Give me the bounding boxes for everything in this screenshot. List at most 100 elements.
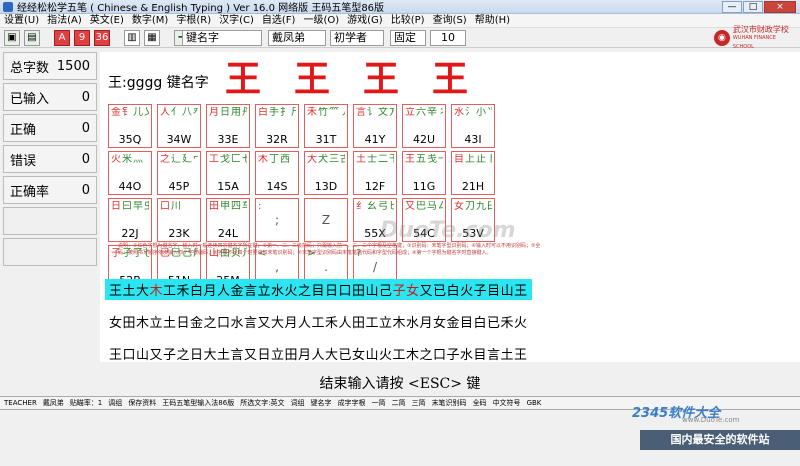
status-item: 所选文字:英文 — [240, 399, 285, 407]
mode-field[interactable]: 键名字 — [182, 30, 262, 46]
root-glyph: 辶 — [171, 154, 182, 165]
key-code: 41Y — [364, 133, 386, 146]
key-roots: : — [258, 201, 296, 213]
root-glyph: 大 — [307, 154, 318, 165]
root-glyph: 巴 — [416, 201, 427, 212]
menu-bar: 设置(U) 指法(A) 英文(E) 数字(M) 字根(R) 汉字(C) 自选(F… — [0, 14, 800, 28]
key-roots: 立六辛丬疒门 — [405, 107, 443, 119]
close-button[interactable]: × — [764, 0, 796, 13]
root-glyph: 白 — [258, 107, 269, 118]
menu-help[interactable]: 帮助(H) — [471, 14, 514, 27]
root-glyph: 田 — [209, 201, 220, 212]
key-cell: 大犬三古石厂 13D — [304, 151, 348, 195]
root-glyph: 早 — [133, 201, 144, 212]
menu-compare[interactable]: 比较(P) — [387, 14, 429, 27]
key-roots: 又巴马厶 — [405, 201, 443, 213]
key-roots: 之辶廴冖 — [160, 154, 198, 166]
key-roots: 日曰早虫刂丨 — [111, 201, 149, 213]
root-glyph: 匚 — [231, 154, 242, 165]
menu-query[interactable]: 查询(S) — [429, 14, 471, 27]
root-glyph: 止 — [476, 154, 487, 165]
menu-english[interactable]: 英文(E) — [86, 14, 128, 27]
root-glyph: 戈 — [220, 154, 231, 165]
status-item: 成字字根 — [337, 399, 366, 407]
menu-numbers[interactable]: 数字(M) — [128, 14, 172, 27]
key-roots: 月日用丹彡乃 — [209, 107, 247, 119]
line-segment: 女田木立土日金之口水言又大月人工禾人田工立木水月女金目白已禾火 — [109, 316, 528, 331]
save-icon[interactable]: ▣ — [4, 29, 20, 46]
stat-label: 已输入 — [10, 91, 50, 107]
key-cell: 日曰早虫刂丨 22J — [108, 198, 152, 242]
key-roots: 纟幺弓匕 — [356, 201, 394, 213]
root-glyph: 亻 — [171, 107, 182, 118]
root-glyph: 扌 — [280, 107, 291, 118]
stat-errors: 错误 0 — [3, 145, 97, 173]
root-glyph: 乂 — [144, 107, 149, 118]
root-glyph: 癶 — [193, 107, 198, 118]
menu-roots[interactable]: 字根(R) — [172, 14, 215, 27]
key-code: 21H — [461, 180, 485, 193]
end-message: 结束输入请按 <ESC> 键 — [319, 376, 481, 392]
root-glyph: 六 — [416, 107, 427, 118]
practice-line-3: 王口山又子之日大土言又日立田月人大已女山火工木之口子水目言土王 — [105, 343, 532, 364]
number-mode-button[interactable]: 9 — [74, 29, 90, 46]
root-glyph: 日 — [220, 107, 231, 118]
root-glyph: ⺮ — [329, 107, 340, 118]
root-glyph: 卜 — [487, 154, 492, 165]
letter-mode-button[interactable]: A — [54, 29, 70, 46]
current-char-prompt: 王:gggg 键名字 — [108, 75, 209, 91]
root-glyph: 金钅 — [111, 107, 133, 118]
key-code: 42U — [412, 133, 436, 146]
key-code: 11G — [412, 180, 436, 193]
key36-mode-button[interactable]: 36 — [94, 29, 110, 46]
user-field[interactable]: 戴凤弟 — [268, 30, 326, 46]
root-glyph: 匕 — [389, 201, 394, 212]
key-code: 45P — [168, 180, 190, 193]
key-roots: 水氵小⺌ — [454, 107, 492, 119]
root-glyph: 灬 — [133, 154, 144, 165]
key-roots: 白手扌斤厂丿 — [258, 107, 296, 119]
timing-field[interactable]: 固定 — [390, 30, 426, 46]
root-glyph: 月 — [209, 107, 220, 118]
root-glyph: 古 — [340, 154, 345, 165]
minimize-button[interactable]: — — [722, 0, 742, 13]
key-cell: 木丁西 14S — [255, 151, 299, 195]
stat-empty — [3, 238, 97, 266]
menu-custom[interactable]: 自选(F) — [258, 14, 300, 27]
big-char-display: 王 王 王 王 — [225, 56, 468, 102]
big-char: 王 — [363, 58, 400, 100]
open-folder-icon[interactable]: ▤ — [24, 29, 40, 46]
menu-chinese[interactable]: 汉字(C) — [215, 14, 258, 27]
key-code: 22J — [121, 227, 139, 240]
line-segment: 木 — [149, 284, 164, 299]
print-icon[interactable]: ▦ — [144, 29, 160, 46]
line-segment: 工 — [163, 284, 177, 299]
key-cell: 禾竹⺮丿彳攵 31T — [304, 104, 348, 148]
key-cell: 土士二干寸雨 12F — [353, 151, 397, 195]
title-bar: 经经松松学五笔 ( Chinese & English Typing ) Ver… — [0, 0, 800, 14]
stat-value: 1500 — [56, 58, 90, 74]
root-glyph: 又 — [405, 201, 416, 212]
duration-stepper[interactable]: 10 — [430, 30, 466, 46]
menu-level1[interactable]: 一级(O) — [299, 14, 343, 27]
logo-line2: WUHAN FINANCE SCHOOL — [732, 34, 776, 50]
root-glyph: 五 — [416, 154, 427, 165]
school-seal-icon: ◉ — [714, 30, 730, 46]
status-item: 词组 — [290, 399, 305, 407]
key-cell: 工戈匚七弋廾 15A — [206, 151, 250, 195]
menu-fingering[interactable]: 指法(A) — [43, 14, 86, 27]
level-select[interactable]: 初学者 — [330, 30, 384, 46]
key-roots: 禾竹⺮丿彳攵 — [307, 107, 345, 119]
key-roots: 言讠文方广圭 — [356, 107, 394, 119]
key-code: 31T — [315, 133, 337, 146]
status-item: 键名字 — [310, 399, 332, 407]
menu-games[interactable]: 游戏(G) — [343, 14, 387, 27]
maximize-button[interactable]: □ — [743, 0, 763, 13]
window-title: 经经松松学五笔 ( Chinese & English Typing ) Ver… — [17, 3, 385, 14]
status-item: 一简 — [371, 399, 386, 407]
stat-label: 总字数 — [10, 60, 50, 76]
menu-settings[interactable]: 设置(U) — [0, 14, 43, 27]
root-glyph: 儿 — [133, 107, 144, 118]
document-icon[interactable]: ▥ — [124, 29, 140, 46]
root-glyph: 马 — [427, 201, 438, 212]
